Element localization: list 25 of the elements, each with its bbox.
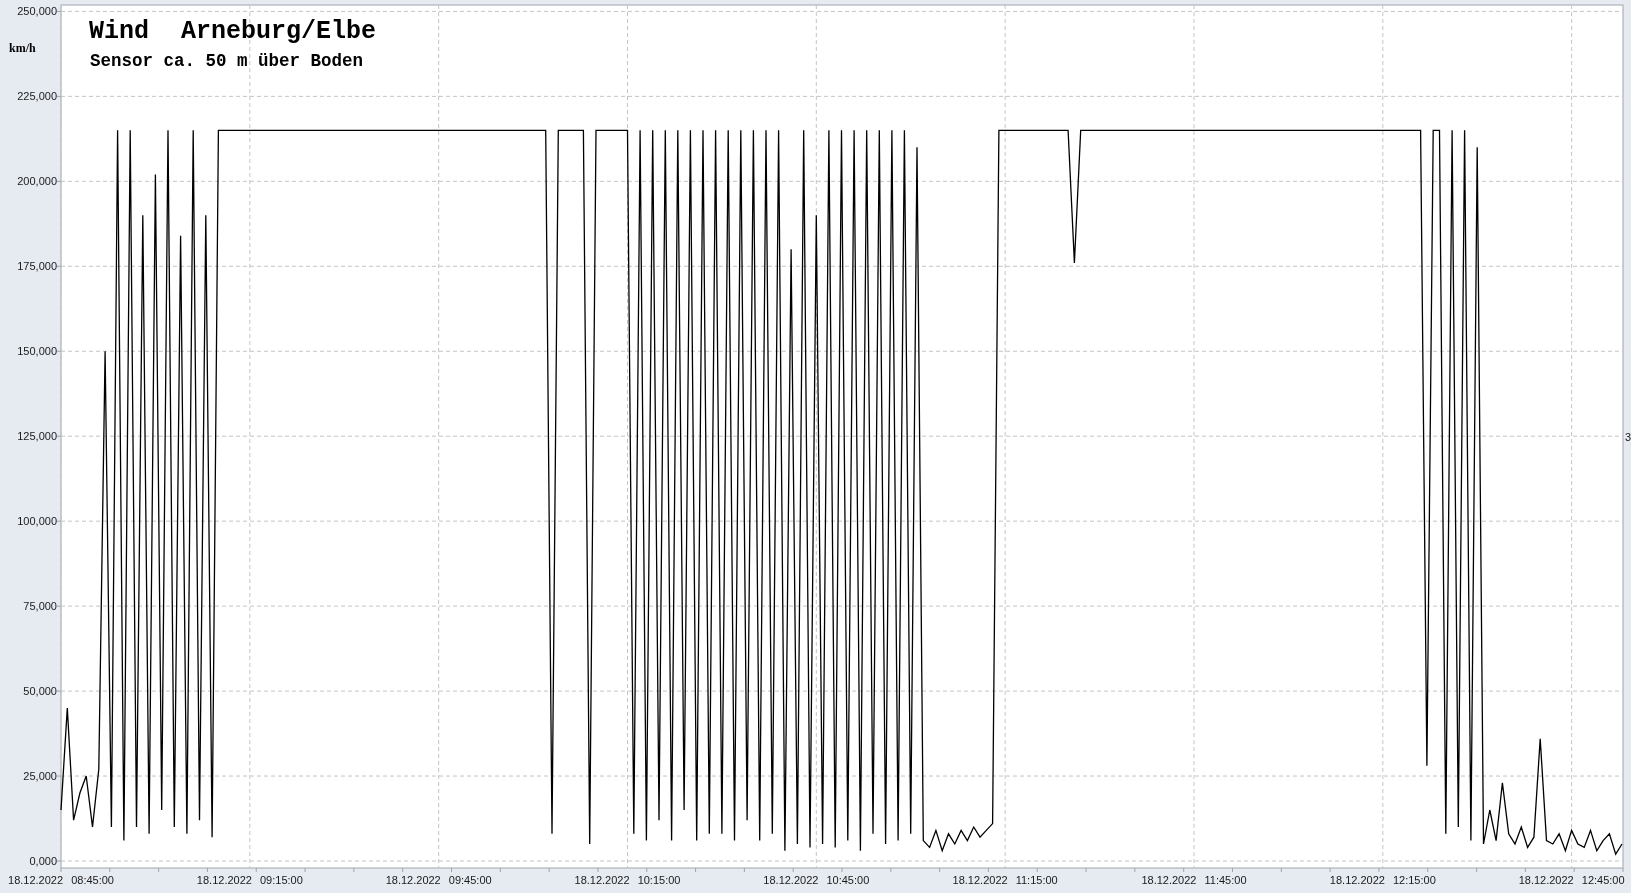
y-tick-label: 25,000	[23, 770, 57, 783]
y-tick-label: 0,000	[29, 855, 57, 867]
chart-title: Arneburg/Elbe	[181, 17, 377, 46]
x-tick-label: 18.12.2022 11:15:00	[952, 874, 1058, 886]
x-tick-label: 18.12.2022 10:45:00	[763, 874, 870, 886]
y-tick-label: 225,000	[17, 90, 57, 103]
y-tick-label: 250,000	[17, 5, 57, 18]
y-tick-label: 100,000	[17, 515, 57, 528]
x-tick-label: 18.12.2022 09:45:00	[385, 874, 492, 886]
x-tick-label: 18.12.2022 08:45:00	[8, 874, 114, 886]
y-tick-label: 175,000	[17, 260, 57, 273]
y-tick-label: 75,000	[23, 600, 57, 613]
chart-title: Wind	[89, 17, 149, 46]
y-tick-label: 125,000	[17, 430, 57, 443]
axis-unit: km/h	[9, 41, 36, 55]
chart-subtitle: Sensor ca. 50 m über Boden	[90, 51, 364, 71]
x-tick-label: 18.12.2022 12:45:00	[1518, 874, 1625, 886]
x-tick-label: 18.12.2022 12:15:00	[1329, 874, 1436, 886]
y-tick-label: 150,000	[17, 345, 57, 358]
x-tick-label: 18.12.2022 10:15:00	[574, 874, 681, 886]
x-tick-label: 18.12.2022 09:15:00	[196, 874, 303, 886]
y-tick-label: 200,000	[17, 175, 57, 188]
right-marker: 3	[1625, 431, 1631, 443]
y-tick-label: 50,000	[23, 685, 57, 698]
x-tick-label: 18.12.2022 11:45:00	[1141, 874, 1247, 886]
